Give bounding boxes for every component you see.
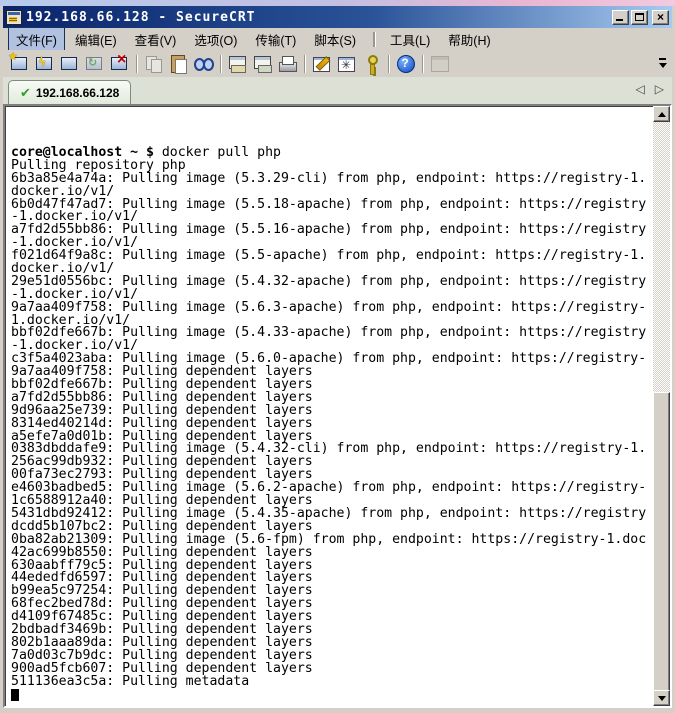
tab-scroll-right-icon[interactable]: ▷: [655, 82, 664, 96]
paste-icon[interactable]: [167, 53, 190, 75]
key-agent-icon[interactable]: [360, 53, 383, 75]
tab-bar: ✔ 192.168.66.128 ◁ ▷: [3, 77, 672, 104]
minimize-icon: [616, 19, 623, 21]
tab-scroll-controls: ◁ ▷: [636, 82, 664, 96]
terminal[interactable]: core@localhost ~ $ docker pull php Pulli…: [3, 104, 672, 708]
menu-separator: [373, 32, 375, 47]
scrollbar-thumb[interactable]: [653, 392, 670, 700]
window-title: 192.168.66.128 - SecureCRT: [26, 10, 256, 25]
menu-tools[interactable]: 工具(L): [382, 27, 438, 52]
session-options-icon[interactable]: [310, 53, 333, 75]
toolbar-separator: [301, 53, 308, 75]
session-window-icon[interactable]: [58, 53, 81, 75]
toolbar-separator: [385, 53, 392, 75]
maximize-icon: [635, 13, 644, 21]
find-icon[interactable]: [192, 53, 215, 75]
securecrt-window: 192.168.66.128 - SecureCRT × 文件(F)编辑(E)查…: [0, 0, 675, 713]
session-tab[interactable]: ✔ 192.168.66.128: [8, 80, 131, 104]
toolbar-separator: [133, 53, 140, 75]
app-icon[interactable]: [6, 10, 22, 25]
copy-icon[interactable]: [142, 53, 165, 75]
terminal-output: Pulling repository php6b3a85e4a74a: Pull…: [11, 160, 652, 689]
global-options-icon[interactable]: [335, 53, 358, 75]
menu-view[interactable]: 查看(V): [127, 27, 185, 52]
terminal-line: 511136ea3c5a: Pulling metadata: [11, 676, 652, 689]
connected-check-icon: ✔: [20, 85, 31, 101]
menu-edit[interactable]: 编辑(E): [67, 27, 125, 52]
terminal-cursor: [11, 689, 19, 701]
menu-script[interactable]: 脚本(S): [306, 27, 364, 52]
connect-icon[interactable]: [8, 53, 31, 75]
menu-options[interactable]: 选项(O): [186, 27, 245, 52]
scrollbar[interactable]: [653, 106, 670, 706]
maximize-button[interactable]: [631, 10, 648, 25]
title-bar: 192.168.66.128 - SecureCRT ×: [3, 6, 672, 28]
print-icon[interactable]: [276, 53, 299, 75]
help-icon[interactable]: [394, 53, 417, 75]
secure-status-icon[interactable]: [428, 53, 451, 75]
scroll-down-icon: [658, 696, 666, 701]
menu-file[interactable]: 文件(F): [8, 27, 65, 52]
menu-transfer[interactable]: 传输(T): [247, 27, 304, 52]
toolbar-separator: [419, 53, 426, 75]
menu-help[interactable]: 帮助(H): [440, 27, 498, 52]
minimize-button[interactable]: [612, 10, 629, 25]
scroll-up-icon: [658, 112, 666, 117]
toolbar-separator: [217, 53, 224, 75]
tab-scroll-left-icon[interactable]: ◁: [636, 82, 645, 96]
disconnect-icon[interactable]: [108, 53, 131, 75]
quick-connect-icon[interactable]: [33, 53, 56, 75]
menu-bar: 文件(F)编辑(E)查看(V)选项(O)传输(T)脚本(S) 工具(L)帮助(H): [3, 28, 672, 50]
toolbar: [3, 50, 672, 77]
window-bottom-border: [0, 708, 675, 713]
reconnect-icon[interactable]: [83, 53, 106, 75]
scroll-up-button[interactable]: [653, 106, 670, 122]
clone-session-icon[interactable]: [251, 53, 274, 75]
chat-window-icon[interactable]: [226, 53, 249, 75]
close-icon: ×: [653, 10, 668, 25]
toolbar-overflow-icon[interactable]: [658, 57, 668, 69]
terminal-text: core@localhost ~ $ docker pull php Pulli…: [7, 107, 652, 706]
close-button[interactable]: ×: [652, 10, 669, 25]
session-tab-label: 192.168.66.128: [36, 86, 119, 100]
window-controls: ×: [612, 10, 669, 25]
scroll-down-button[interactable]: [653, 690, 670, 706]
